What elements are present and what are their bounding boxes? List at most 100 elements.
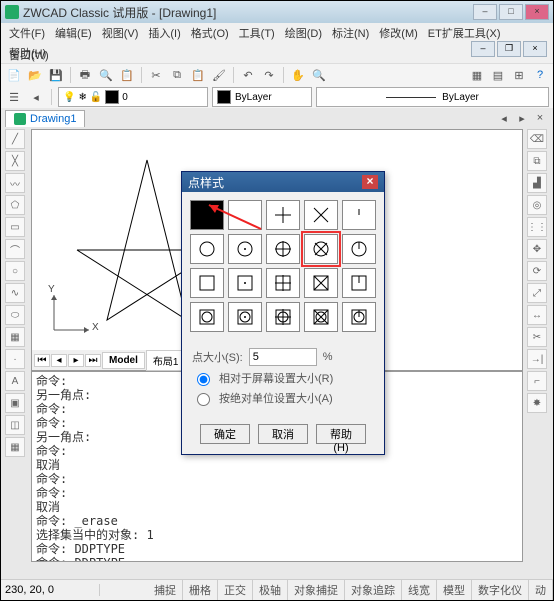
array-icon[interactable]: ⋮⋮ [527, 217, 547, 237]
tab-last-icon[interactable]: ⏭ [85, 354, 101, 367]
inner-minimize-button[interactable]: – [471, 41, 495, 57]
table-icon[interactable]: ▦ [5, 437, 25, 457]
pt-style-3[interactable] [304, 200, 338, 230]
undo-icon[interactable]: ↶ [239, 66, 257, 84]
status-snap[interactable]: 捕捉 [148, 580, 183, 600]
save-icon[interactable]: 💾 [47, 66, 65, 84]
layer-prev-icon[interactable]: ◂ [27, 88, 45, 106]
doc-tab-drawing1[interactable]: Drawing1 [5, 110, 85, 127]
props-icon[interactable]: ▤ [489, 66, 507, 84]
status-lwt[interactable]: 线宽 [402, 580, 437, 600]
zoom-icon[interactable]: 🔍 [310, 66, 328, 84]
stretch-icon[interactable]: ↔ [527, 305, 547, 325]
inner-restore-button[interactable]: ❐ [497, 41, 521, 57]
pline-icon[interactable]: 〰 [5, 173, 25, 193]
dim-icon[interactable]: ⊞ [510, 66, 528, 84]
pt-style-17[interactable] [266, 302, 300, 332]
redo-icon[interactable]: ↷ [260, 66, 278, 84]
close-button[interactable]: × [525, 4, 549, 20]
rect-icon[interactable]: ▭ [5, 217, 25, 237]
pt-style-10[interactable] [190, 268, 224, 298]
pt-style-14[interactable] [342, 268, 376, 298]
arc-icon[interactable]: ⌒ [5, 239, 25, 259]
new-icon[interactable]: 📄 [5, 66, 23, 84]
menu-draw[interactable]: 绘图(D) [281, 23, 326, 43]
size-input[interactable] [249, 348, 317, 366]
copy-icon[interactable]: ⧉ [168, 66, 186, 84]
fillet-icon[interactable]: ⌐ [527, 371, 547, 391]
tab-close-icon[interactable]: × [531, 109, 549, 127]
minimize-button[interactable]: – [473, 4, 497, 20]
tab-nav-left-icon[interactable]: ◂ [495, 109, 513, 127]
status-grid[interactable]: 栅格 [183, 580, 218, 600]
menu-tools[interactable]: 工具(T) [235, 23, 279, 43]
inner-close-button[interactable]: × [523, 41, 547, 57]
layer-dropdown[interactable]: 💡 ❄ 🔓 0 [58, 87, 208, 107]
block-icon[interactable]: ▣ [5, 393, 25, 413]
menu-modify[interactable]: 修改(M) [375, 23, 422, 43]
scale-icon[interactable]: ⤢ [527, 283, 547, 303]
region-icon[interactable]: ◫ [5, 415, 25, 435]
pt-style-8[interactable] [304, 234, 338, 264]
dialog-close-icon[interactable]: × [362, 175, 378, 189]
maximize-button[interactable]: □ [499, 4, 523, 20]
rotate-icon[interactable]: ⟳ [527, 261, 547, 281]
erase-icon[interactable]: ⌫ [527, 129, 547, 149]
menu-et[interactable]: ET扩展工具(X) [424, 23, 505, 43]
pt-style-11[interactable] [228, 268, 262, 298]
pan-icon[interactable]: ✋ [289, 66, 307, 84]
pt-style-4[interactable] [342, 200, 376, 230]
menu-file[interactable]: 文件(F) [5, 23, 49, 43]
pt-style-16[interactable] [228, 302, 262, 332]
extend-icon[interactable]: →| [527, 349, 547, 369]
circle-icon[interactable]: ○ [5, 261, 25, 281]
status-ortho[interactable]: 正交 [218, 580, 253, 600]
copy-obj-icon[interactable]: ⧉ [527, 151, 547, 171]
pt-style-7[interactable] [266, 234, 300, 264]
tab-first-icon[interactable]: ⏮ [34, 354, 50, 367]
plot-icon[interactable]: 📋 [118, 66, 136, 84]
status-digitizer[interactable]: 数字化仪 [472, 580, 529, 600]
tab-layout1[interactable]: 布局1 [146, 350, 186, 371]
menu-insert[interactable]: 插入(I) [144, 23, 184, 43]
mirror-icon[interactable]: ▟ [527, 173, 547, 193]
text-icon[interactable]: A [5, 371, 25, 391]
offset-icon[interactable]: ◎ [527, 195, 547, 215]
pt-style-12[interactable] [266, 268, 300, 298]
linetype-dropdown[interactable]: ByLayer [316, 87, 549, 107]
xline-icon[interactable]: ╳ [5, 151, 25, 171]
status-model[interactable]: 模型 [437, 580, 472, 600]
tab-prev-icon[interactable]: ◂ [51, 354, 67, 367]
paste-icon[interactable]: 📋 [189, 66, 207, 84]
pt-style-0[interactable] [190, 200, 224, 230]
radio-absolute[interactable] [197, 393, 210, 406]
color-dropdown[interactable]: ByLayer [212, 87, 312, 107]
open-icon[interactable]: 📂 [26, 66, 44, 84]
menu-view[interactable]: 视图(V) [98, 23, 143, 43]
pt-style-18[interactable] [304, 302, 338, 332]
pt-style-15[interactable] [190, 302, 224, 332]
match-icon[interactable]: 🖌 [210, 66, 228, 84]
preview-icon[interactable]: 🔍 [97, 66, 115, 84]
spline-icon[interactable]: ∿ [5, 283, 25, 303]
pt-style-13[interactable] [304, 268, 338, 298]
layer-mgr-icon[interactable]: ☰ [5, 88, 23, 106]
status-otrack[interactable]: 对象追踪 [345, 580, 402, 600]
status-polar[interactable]: 极轴 [253, 580, 288, 600]
pt-style-6[interactable] [228, 234, 262, 264]
pt-style-2[interactable] [266, 200, 300, 230]
trim-icon[interactable]: ✂ [527, 327, 547, 347]
help-icon[interactable]: ? [531, 66, 549, 84]
print-icon[interactable]: 🖶 [76, 66, 94, 84]
polygon-icon[interactable]: ⬠ [5, 195, 25, 215]
move-icon[interactable]: ✥ [527, 239, 547, 259]
tab-nav-right-icon[interactable]: ▸ [513, 109, 531, 127]
menu-edit[interactable]: 编辑(E) [51, 23, 96, 43]
pt-style-5[interactable] [190, 234, 224, 264]
tab-next-icon[interactable]: ▸ [68, 354, 84, 367]
point-icon[interactable]: · [5, 349, 25, 369]
ok-button[interactable]: 确定 [200, 424, 250, 444]
tab-model[interactable]: Model [102, 352, 145, 369]
menu-help[interactable]: 帮助(H) [5, 43, 50, 63]
menu-format[interactable]: 格式(O) [187, 23, 233, 43]
